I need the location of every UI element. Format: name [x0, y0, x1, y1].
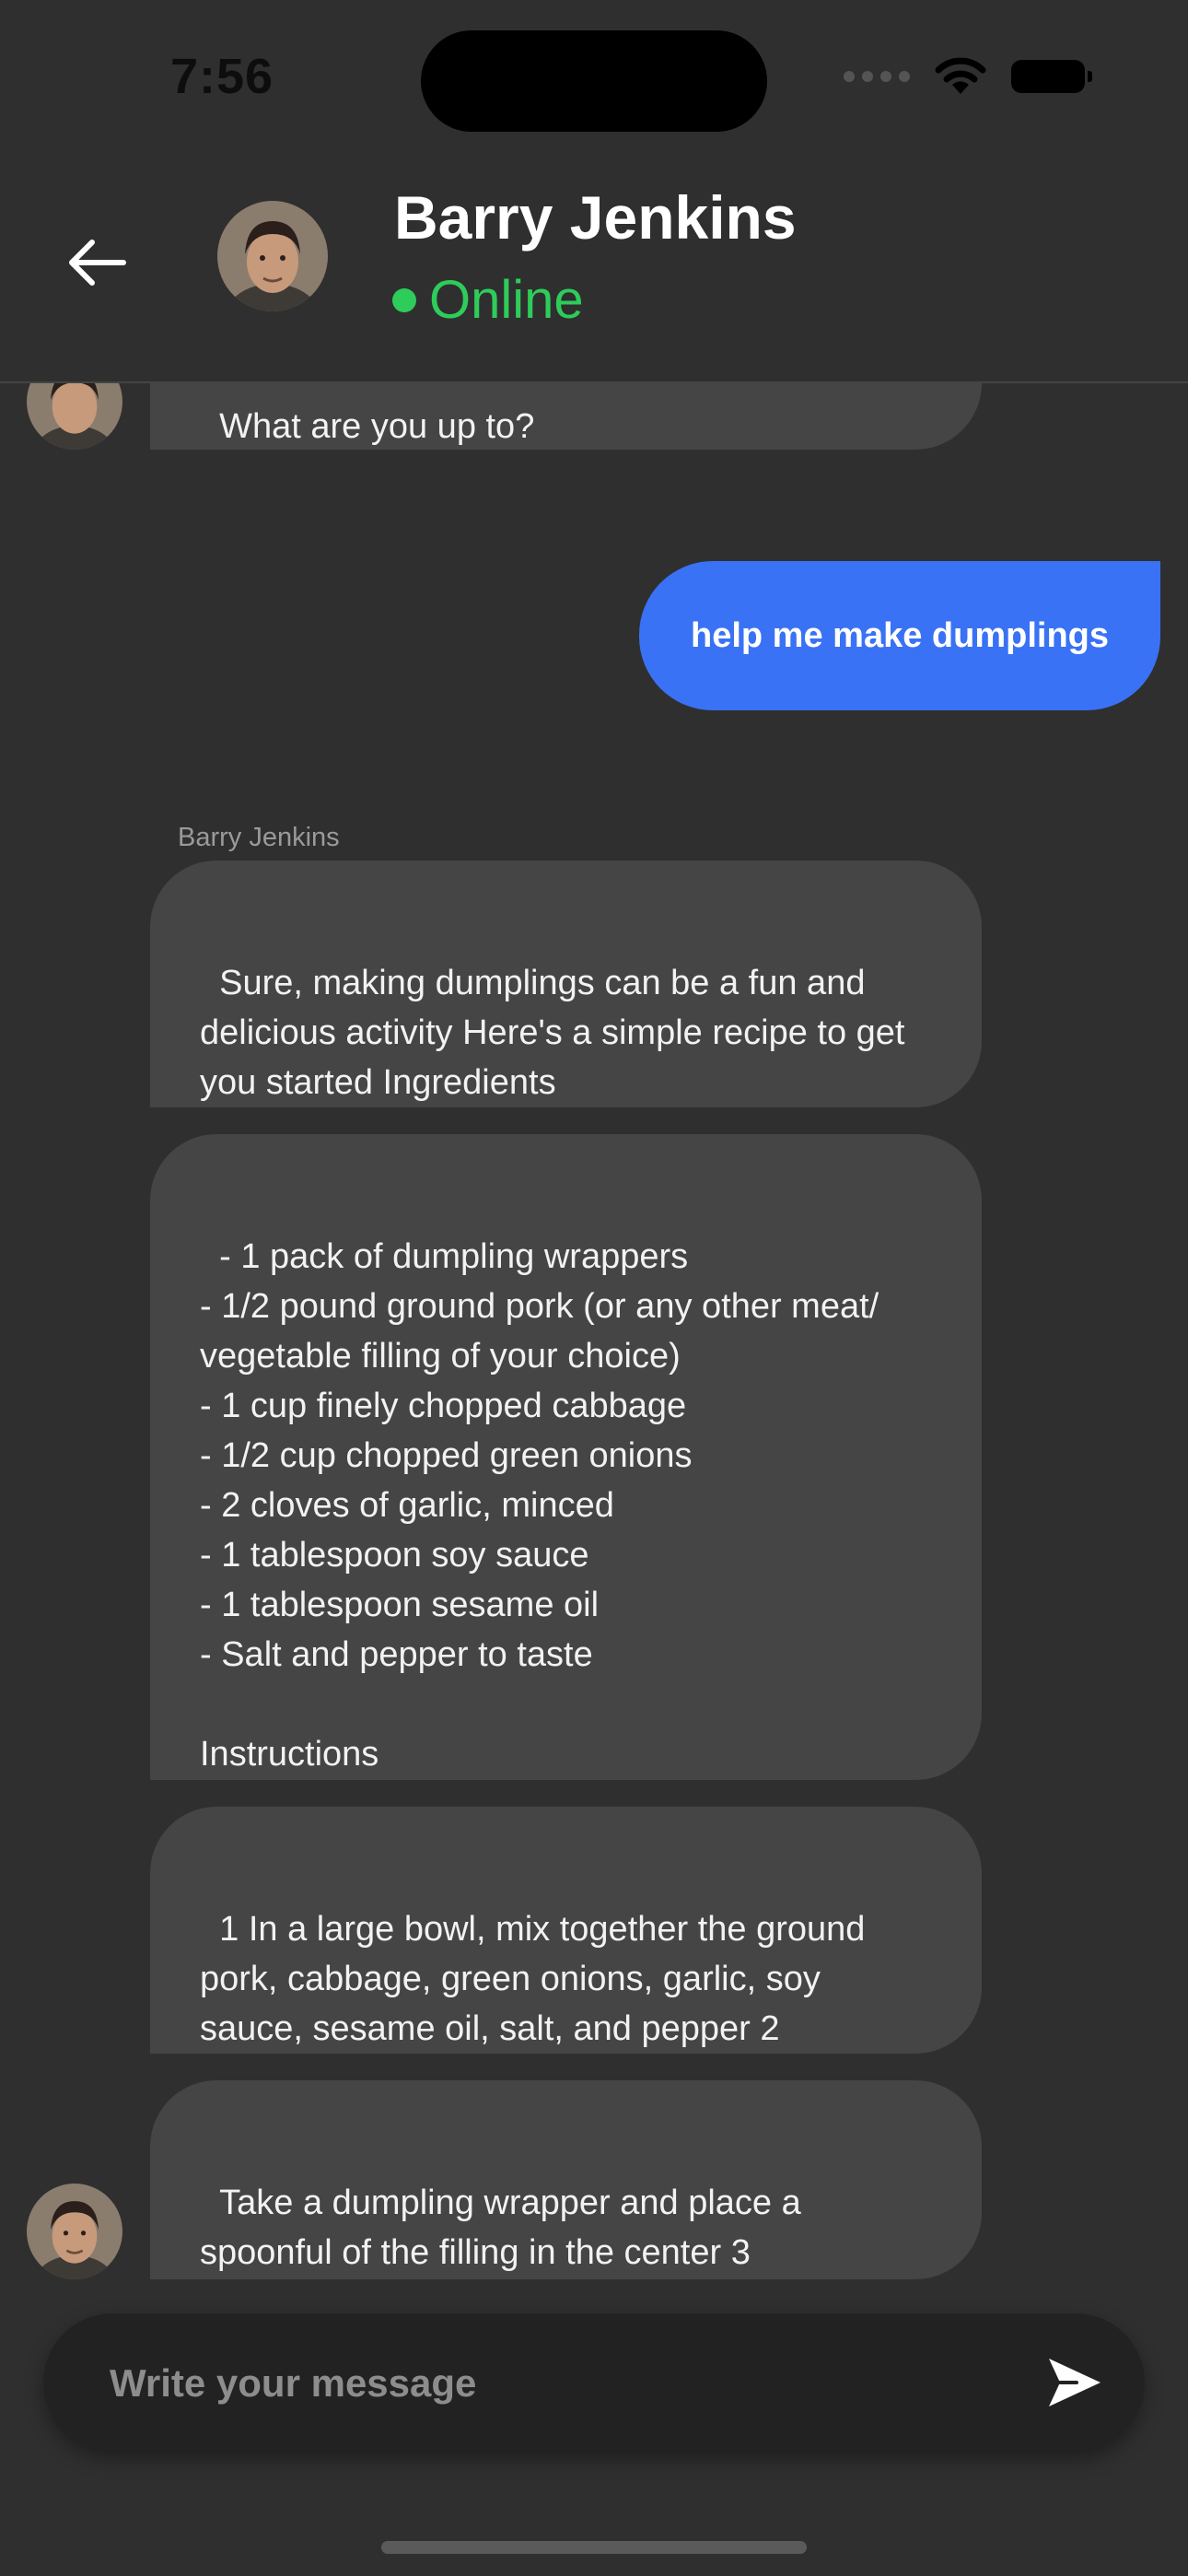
avatar[interactable]: [217, 201, 328, 311]
avatar[interactable]: [27, 2184, 122, 2279]
message-input[interactable]: [108, 2313, 1032, 2453]
incoming-message: Take a dumpling wrapper and place a spoo…: [150, 2080, 982, 2279]
online-status-label: Online: [429, 270, 584, 330]
home-indicator[interactable]: [381, 2541, 807, 2554]
message-composer: [43, 2313, 1145, 2453]
wifi-icon: [935, 57, 986, 94]
status-time: 7:56: [170, 49, 274, 104]
sender-label: Barry Jenkins: [178, 823, 340, 852]
message-text: - 1 pack of dumpling wrappers - 1/2 poun…: [200, 1237, 879, 1774]
incoming-message: 1 In a large bowl, mix together the grou…: [150, 1807, 982, 2054]
outgoing-message: help me make dumplings: [639, 561, 1160, 710]
online-dot-icon: [392, 287, 416, 312]
status-icons: [844, 57, 1092, 96]
incoming-message: Sure, making dumplings can be a fun and …: [150, 861, 982, 1107]
message-text: help me make dumplings: [691, 615, 1109, 655]
battery-icon: [1011, 60, 1092, 93]
dynamic-island: [421, 30, 767, 132]
message-text: Take a dumpling wrapper and place a spoo…: [200, 2184, 811, 2272]
signal-dots-icon: [844, 71, 910, 82]
incoming-message: - 1 pack of dumpling wrappers - 1/2 poun…: [150, 1134, 982, 1780]
message-text: Sure, making dumplings can be a fun and …: [200, 964, 915, 1102]
message-text: What are you up to?: [219, 407, 535, 446]
chat-header: Barry Jenkins Online: [0, 147, 1188, 383]
online-status: Online: [392, 269, 584, 331]
arrow-left-icon[interactable]: [64, 230, 129, 295]
send-icon[interactable]: [1045, 2353, 1104, 2412]
message-text: 1 In a large bowl, mix together the grou…: [200, 1910, 875, 2048]
contact-name: Barry Jenkins: [394, 183, 797, 252]
